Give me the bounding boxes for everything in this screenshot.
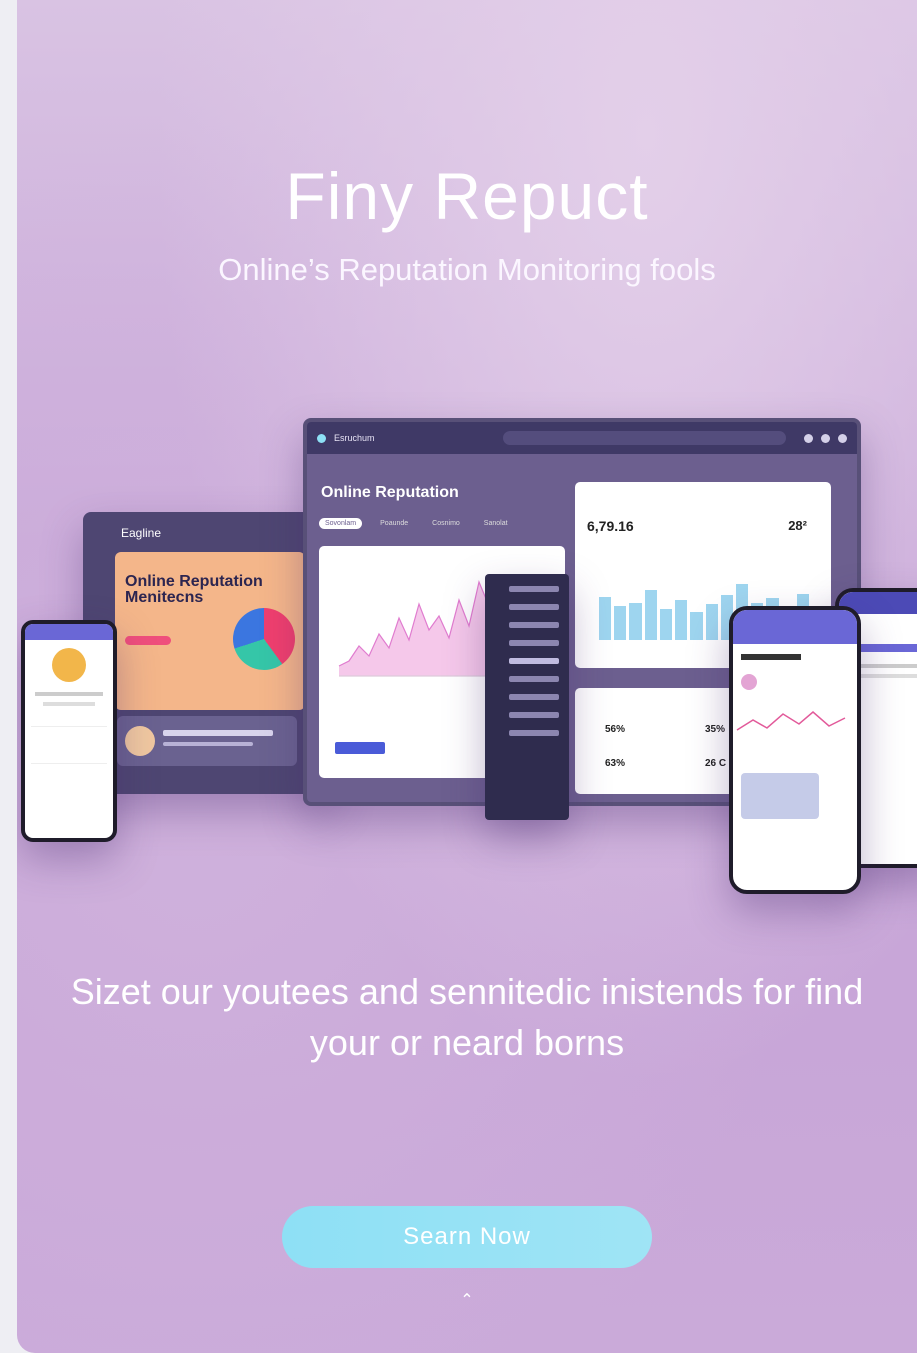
review-card xyxy=(117,716,297,766)
chevron-up-icon[interactable]: ⌃ xyxy=(457,1290,477,1310)
page-title: Finy Repuct xyxy=(285,159,649,233)
promo-title: Online Reputation Menitecns xyxy=(125,573,263,606)
sidebar-menu xyxy=(485,574,569,820)
phone-mockup-right xyxy=(729,606,861,894)
phone-line-chart xyxy=(736,711,846,731)
dashboard-topbar: Esruchum xyxy=(307,422,857,454)
tagline: Sizet our youtees and sennitedic inisten… xyxy=(70,971,864,1063)
tablet-brand: Eagline xyxy=(121,526,162,540)
avatar xyxy=(233,608,295,670)
promo-button xyxy=(125,636,171,645)
stat-value: 6,79.16 xyxy=(587,518,634,534)
page-subtitle: Online’s Reputation Monitoring fools xyxy=(218,252,716,287)
dashboard-title: Online Reputation xyxy=(321,484,459,501)
promo-card: Online Reputation Menitecns xyxy=(115,552,305,710)
tablet-mockup: Eagline Online Reputation Menitecns xyxy=(83,512,333,794)
search-now-button[interactable]: Searn Now xyxy=(282,1206,652,1268)
hero-page: Finy Repuct Online’s Reputation Monitori… xyxy=(17,0,917,1353)
stat-pct: 28² xyxy=(788,518,807,533)
phone-mockup-left xyxy=(21,620,117,842)
